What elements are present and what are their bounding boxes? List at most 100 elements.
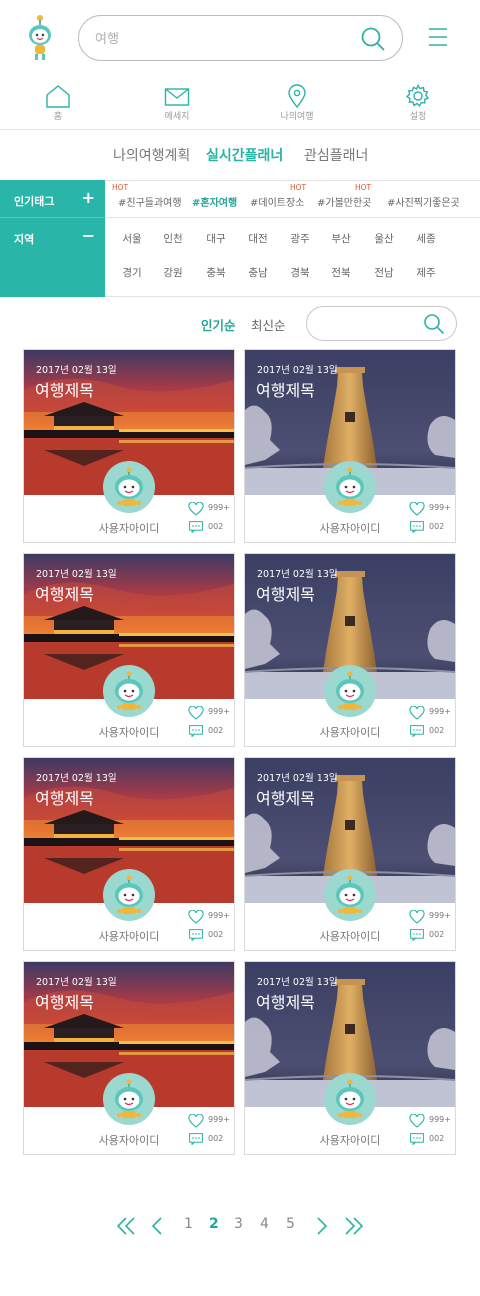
planner-card[interactable]: 2017년 02월 13일 여행제목 999+ 002 사용자아이디 (23, 553, 235, 747)
region-item[interactable]: 광주 (280, 231, 320, 246)
tag-item[interactable]: #친구들과여행 (118, 194, 182, 209)
heart-icon[interactable] (409, 502, 425, 516)
popular-tag-toggle[interactable]: 인기태그 + (0, 180, 105, 218)
region-item[interactable]: 부산 (321, 231, 361, 246)
region-item[interactable]: 대구 (196, 231, 236, 246)
avatar[interactable] (324, 461, 376, 513)
planner-card[interactable]: 2017년 02월 13일 여행제목 999+ 002 사용자아이디 (244, 961, 456, 1155)
card-user-id[interactable]: 사용자아이디 (24, 1132, 234, 1148)
menu-icon[interactable] (428, 27, 448, 47)
tab-realtime-planner[interactable]: 실시간플래너 (206, 145, 283, 165)
card-title[interactable]: 여행제목 (35, 785, 94, 809)
nav-my-trip[interactable]: 나의여행 (257, 84, 337, 128)
heart-icon[interactable] (188, 502, 204, 516)
region-item[interactable]: 전북 (321, 265, 361, 280)
card-user-id[interactable]: 사용자아이디 (24, 928, 234, 944)
region-item[interactable]: 울산 (364, 231, 404, 246)
page-number-current[interactable]: 2 (209, 1216, 219, 1232)
region-item[interactable]: 경기 (112, 265, 152, 280)
tag-item-selected[interactable]: #혼자여행 (192, 194, 237, 209)
card-title[interactable]: 여행제목 (35, 581, 94, 605)
sort-recent[interactable]: 최신순 (251, 315, 286, 334)
nav-message[interactable]: 메세지 (137, 84, 217, 128)
card-title[interactable]: 여행제목 (35, 989, 94, 1013)
card-title[interactable]: 여행제목 (35, 377, 94, 401)
prev-page-icon[interactable] (150, 1217, 164, 1235)
card-date: 2017년 02월 13일 (257, 773, 338, 784)
card-title[interactable]: 여행제목 (256, 377, 315, 401)
avatar[interactable] (103, 665, 155, 717)
card-title[interactable]: 여행제목 (256, 785, 315, 809)
card-user-id[interactable]: 사용자아이디 (245, 520, 455, 536)
heart-icon[interactable] (188, 1114, 204, 1128)
region-item[interactable]: 인천 (153, 231, 193, 246)
region-label: 지역 (14, 233, 35, 246)
card-user-id[interactable]: 사용자아이디 (24, 724, 234, 740)
search-icon[interactable] (423, 313, 445, 335)
avatar[interactable] (103, 869, 155, 921)
card-date: 2017년 02월 13일 (36, 773, 117, 784)
avatar[interactable] (324, 1073, 376, 1125)
heart-icon[interactable] (409, 706, 425, 720)
collapse-minus-icon[interactable]: − (82, 226, 95, 245)
sort-popular[interactable]: 인기순 (201, 315, 236, 334)
search-input[interactable] (95, 28, 355, 50)
region-item[interactable]: 충북 (196, 265, 236, 280)
next-page-icon[interactable] (315, 1217, 329, 1235)
card-title[interactable]: 여행제목 (256, 989, 315, 1013)
region-toggle[interactable]: 지역 − (0, 218, 105, 256)
region-item[interactable]: 충남 (238, 265, 278, 280)
card-title[interactable]: 여행제목 (256, 581, 315, 605)
search-bar[interactable] (78, 15, 403, 61)
tab-favorite-planner[interactable]: 관심플래너 (304, 145, 368, 165)
region-item[interactable]: 서울 (112, 231, 152, 246)
list-search-box[interactable] (306, 306, 457, 341)
card-user-id[interactable]: 사용자아이디 (245, 1132, 455, 1148)
card-date: 2017년 02월 13일 (36, 365, 117, 376)
expand-plus-icon[interactable]: + (82, 188, 95, 207)
heart-icon[interactable] (409, 910, 425, 924)
region-item[interactable]: 경북 (280, 265, 320, 280)
nav-home-label: 홈 (53, 112, 63, 122)
card-user-id[interactable]: 사용자아이디 (245, 724, 455, 740)
logo-mascot-icon[interactable] (24, 14, 56, 62)
last-page-icon[interactable] (344, 1217, 364, 1235)
nav-settings[interactable]: 설정 (378, 84, 458, 128)
nav-settings-label: 설정 (409, 112, 427, 122)
heart-icon[interactable] (188, 910, 204, 924)
search-icon[interactable] (360, 26, 386, 52)
card-date: 2017년 02월 13일 (257, 977, 338, 988)
heart-icon[interactable] (188, 706, 204, 720)
page-number[interactable]: 4 (260, 1216, 269, 1232)
planner-card[interactable]: 2017년 02월 13일 여행제목 999+ 002 사용자아이디 (23, 757, 235, 951)
planner-card[interactable]: 2017년 02월 13일 여행제목 999+ 002 사용자아이디 (244, 349, 456, 543)
page-number[interactable]: 3 (234, 1216, 243, 1232)
region-item[interactable]: 전남 (364, 265, 404, 280)
page-number[interactable]: 1 (184, 1216, 193, 1232)
tag-item[interactable]: #가볼만한곳 (317, 194, 371, 209)
like-count: 999+ (208, 503, 230, 512)
region-item[interactable]: 대전 (238, 231, 278, 246)
planner-card[interactable]: 2017년 02월 13일 여행제목 999+ 002 사용자아이디 (23, 961, 235, 1155)
first-page-icon[interactable] (116, 1217, 136, 1235)
avatar[interactable] (103, 1073, 155, 1125)
page-number[interactable]: 5 (286, 1216, 295, 1232)
tag-item[interactable]: #데이트장소 (250, 194, 304, 209)
planner-card[interactable]: 2017년 02월 13일 여행제목 999+ 002 사용자아이디 (244, 757, 456, 951)
region-item[interactable]: 제주 (406, 265, 446, 280)
nav-home[interactable]: 홈 (18, 84, 98, 128)
avatar[interactable] (103, 461, 155, 513)
region-item[interactable]: 강원 (153, 265, 193, 280)
heart-icon[interactable] (409, 1114, 425, 1128)
region-item[interactable]: 세종 (406, 231, 446, 246)
main-nav: 홈 메세지 나의여행 설정 (0, 78, 480, 130)
planner-card[interactable]: 2017년 02월 13일 여행제목 999+ 002 사용자아이디 (244, 553, 456, 747)
tab-my-plan[interactable]: 나의여행계획 (113, 145, 190, 165)
hot-badge: HOT (355, 183, 372, 192)
tag-item[interactable]: #사진찍기좋은곳 (387, 194, 460, 209)
avatar[interactable] (324, 665, 376, 717)
card-user-id[interactable]: 사용자아이디 (24, 520, 234, 536)
avatar[interactable] (324, 869, 376, 921)
card-user-id[interactable]: 사용자아이디 (245, 928, 455, 944)
planner-card[interactable]: 2017년 02월 13일 여행제목 999+ 002 사용자아이디 (23, 349, 235, 543)
